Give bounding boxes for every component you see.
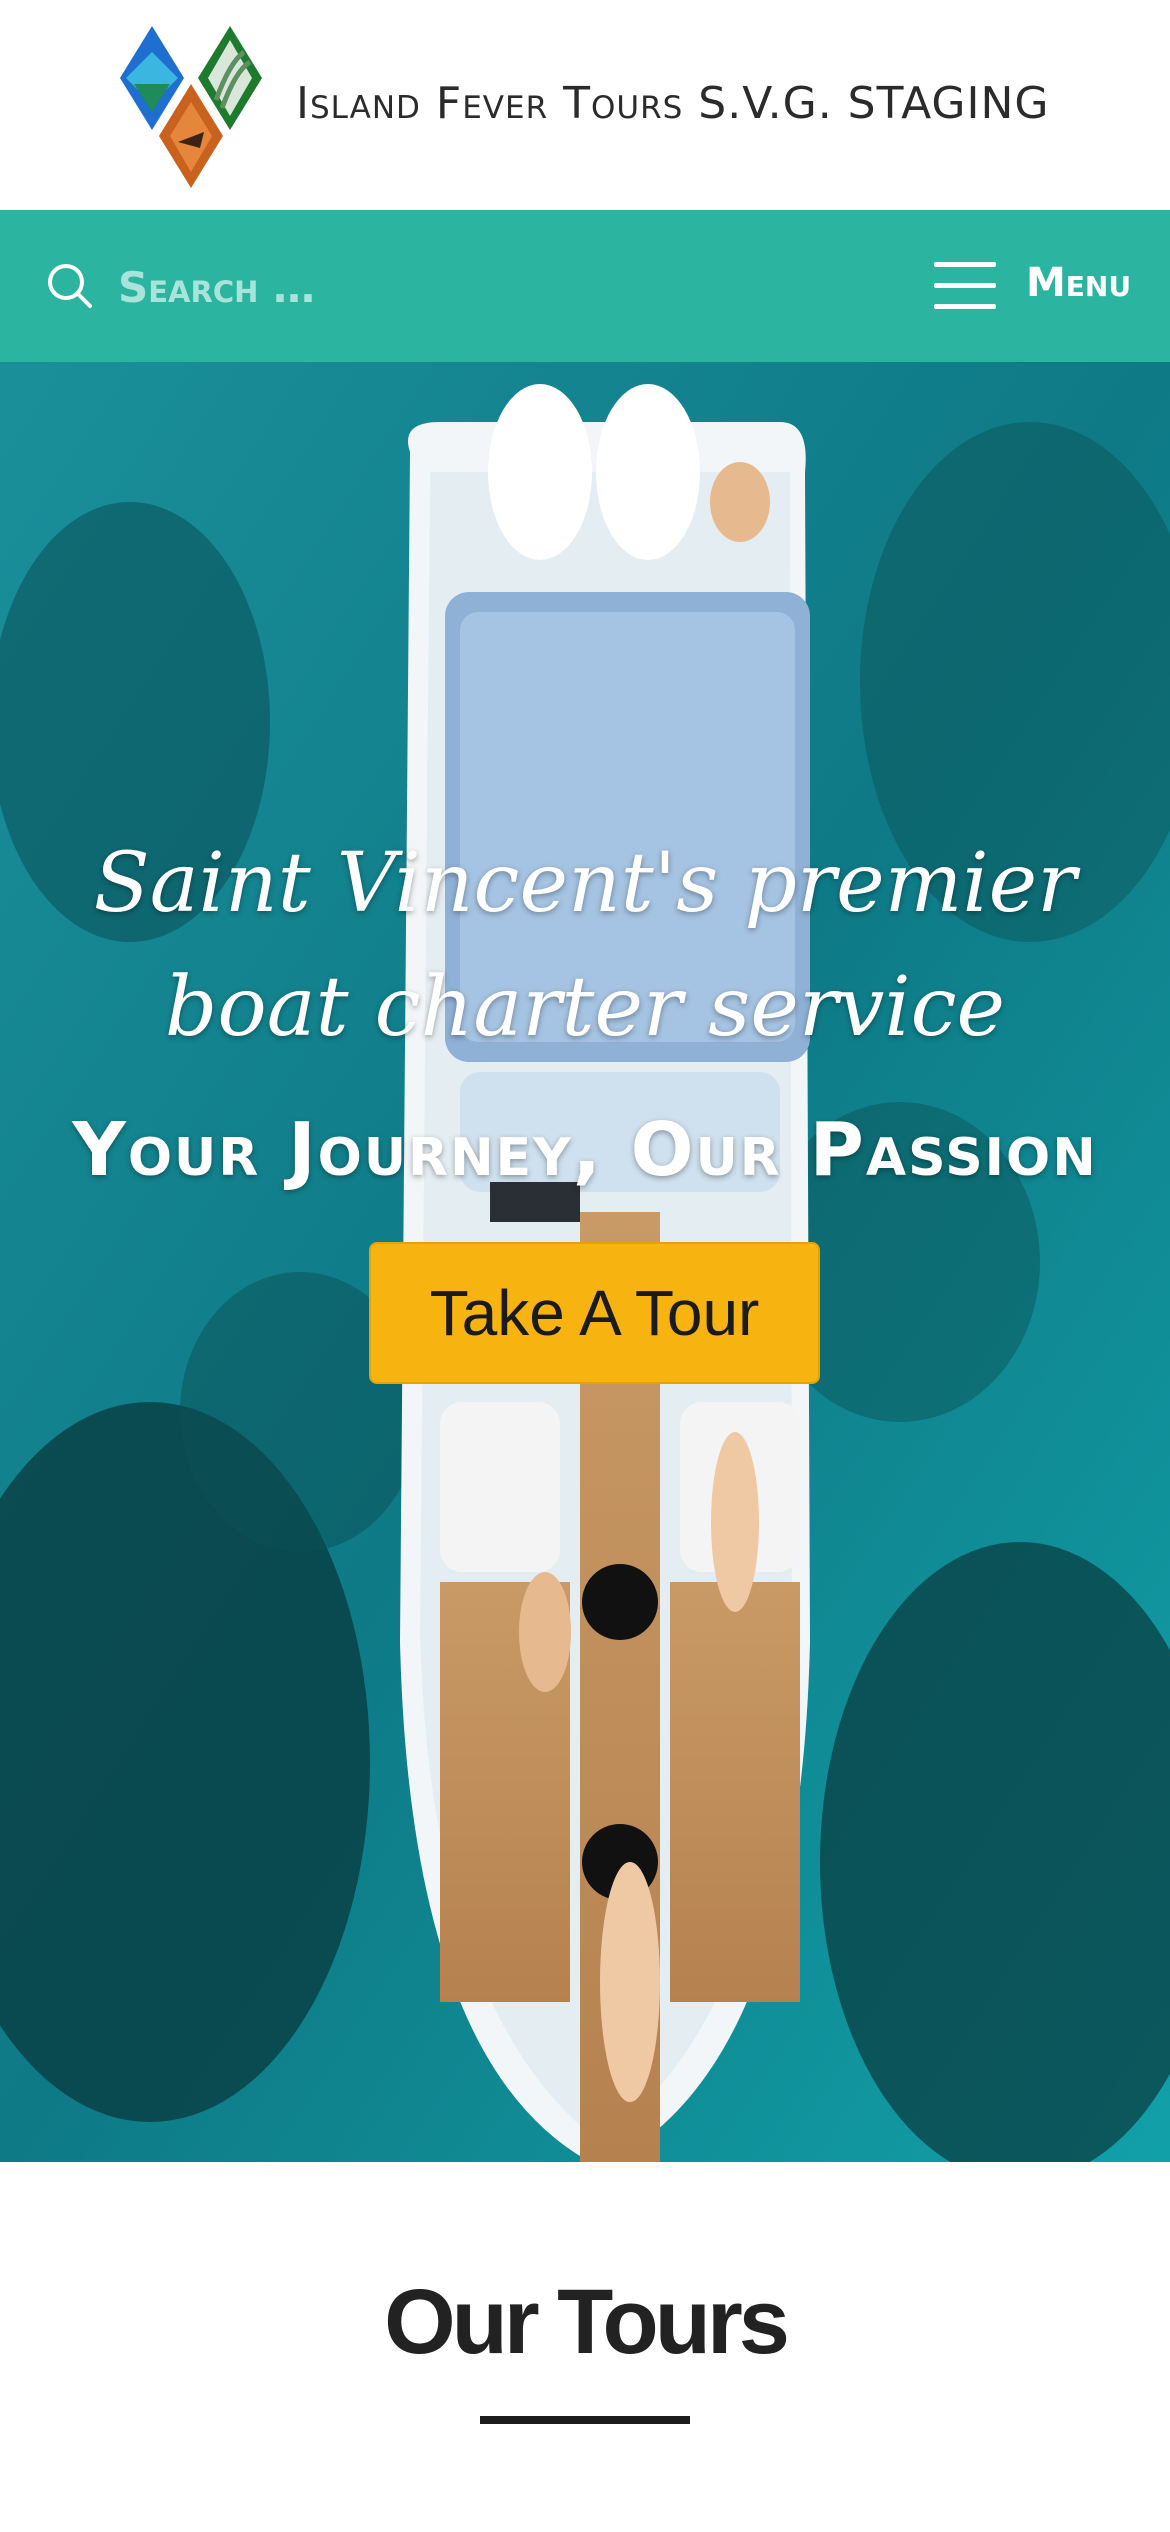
hero-heading: Your Journey, Our Passion bbox=[72, 1107, 1098, 1193]
tours-heading: Our Tours bbox=[384, 2271, 790, 2373]
tours-section: Our Tours bbox=[0, 2162, 1170, 2532]
search-input[interactable] bbox=[118, 254, 638, 320]
menu-label: Menu bbox=[1026, 260, 1132, 306]
search-icon[interactable] bbox=[46, 262, 94, 310]
section-divider bbox=[480, 2416, 690, 2424]
menu-button[interactable]: Menu bbox=[934, 250, 1154, 322]
nav-bar: Menu bbox=[0, 210, 1170, 362]
take-a-tour-button[interactable]: Take A Tour bbox=[369, 1242, 820, 1384]
site-header: Island Fever Tours S.V.G. STAGING bbox=[0, 0, 1170, 210]
hamburger-icon bbox=[934, 262, 996, 310]
site-title[interactable]: Island Fever Tours S.V.G. STAGING bbox=[296, 78, 1049, 148]
hero-tagline: Saint Vincent's premier boat charter ser… bbox=[93, 836, 1077, 1055]
hero-section: Saint Vincent's premier boat charter ser… bbox=[0, 362, 1170, 2162]
site-logo[interactable] bbox=[112, 22, 270, 192]
